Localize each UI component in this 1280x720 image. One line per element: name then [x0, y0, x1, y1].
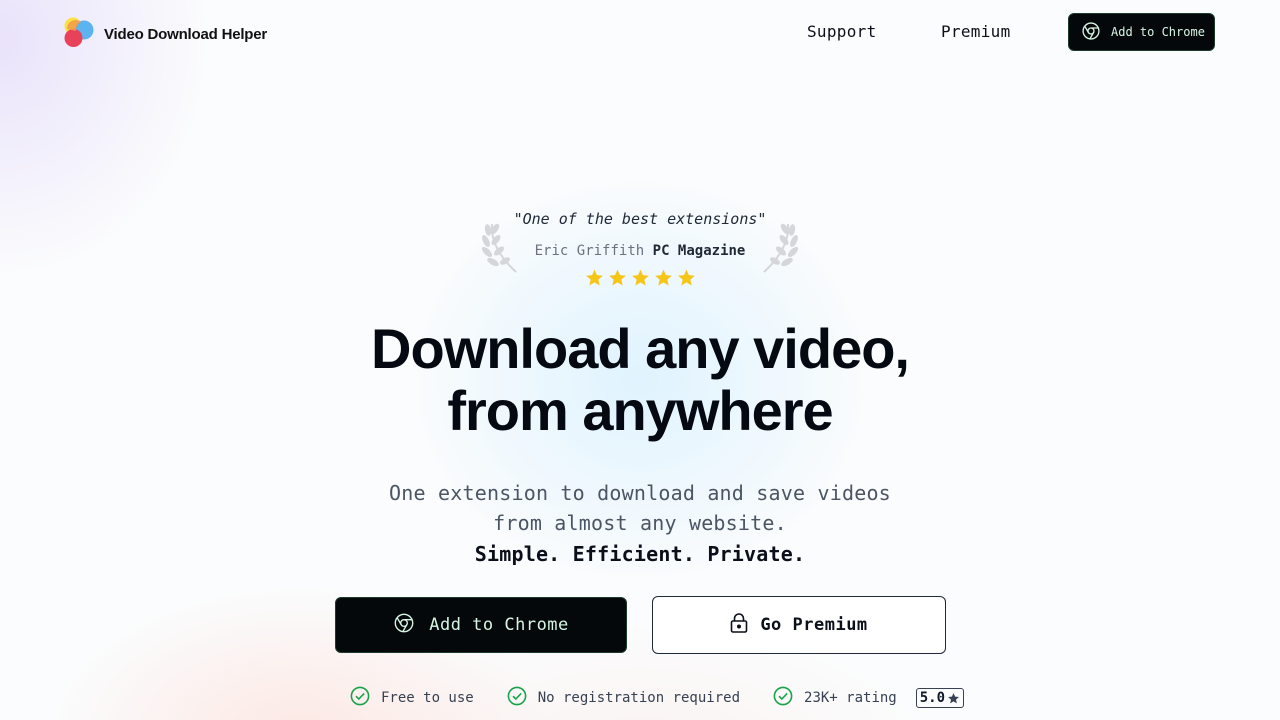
- go-premium-label: Go Premium: [760, 615, 868, 635]
- feature-label: Free to use: [381, 690, 474, 706]
- headline-line-2: from anywhere: [447, 379, 833, 442]
- go-premium-button[interactable]: Go Premium: [652, 596, 946, 654]
- add-to-chrome-button[interactable]: Add to Chrome: [335, 597, 627, 653]
- hero-subtext: One extension to download and save video…: [0, 478, 1280, 569]
- feature-item: Free to use: [350, 686, 474, 710]
- quote-publication: PC Magazine: [652, 243, 746, 259]
- press-quote: "One of the best extensions" Eric Griffi…: [480, 208, 800, 288]
- subtext-tagline: Simple. Efficient. Private.: [474, 542, 806, 566]
- chrome-icon: [393, 612, 415, 639]
- feature-item: No registration required: [507, 686, 740, 710]
- logo-link[interactable]: Video Download Helper: [63, 16, 267, 52]
- hero-headline: Download any video, from anywhere: [0, 318, 1280, 442]
- feature-label: 23K+ rating: [804, 690, 897, 706]
- star-icon: [585, 269, 603, 286]
- rating-badge: 5.0: [915, 688, 965, 708]
- lock-icon: [730, 612, 748, 638]
- logo-icon: [63, 16, 96, 52]
- star-icon: [948, 692, 959, 703]
- quote-text: "One of the best extensions": [513, 210, 767, 228]
- rating-value: 5.0: [919, 690, 946, 706]
- star-rating: [480, 268, 800, 288]
- chrome-icon: [1081, 21, 1101, 44]
- star-icon: [677, 269, 695, 286]
- header-add-to-chrome-button[interactable]: Add to Chrome: [1068, 13, 1215, 51]
- subtext-line-1: One extension to download and save video…: [389, 481, 891, 505]
- quote-author: Eric Griffith: [534, 243, 645, 259]
- check-circle-icon: [507, 686, 527, 710]
- feature-label: No registration required: [537, 690, 741, 706]
- subtext-line-2: from almost any website.: [493, 511, 787, 535]
- headline-line-1: Download any video,: [371, 317, 910, 380]
- star-icon: [631, 269, 649, 286]
- star-icon: [654, 269, 672, 286]
- nav-premium[interactable]: Premium: [941, 22, 1011, 41]
- header-cta-label: Add to Chrome: [1111, 25, 1205, 39]
- feature-list: Free to use No registration required 23K…: [350, 686, 965, 710]
- check-circle-icon: [773, 686, 793, 710]
- check-circle-icon: [350, 686, 370, 710]
- quote-byline: Eric Griffith PC Magazine: [480, 243, 800, 259]
- add-to-chrome-label: Add to Chrome: [429, 615, 569, 635]
- nav-support[interactable]: Support: [807, 22, 877, 41]
- feature-item: 23K+ rating 5.0: [773, 686, 965, 710]
- star-icon: [608, 269, 626, 286]
- logo-text: Video Download Helper: [104, 25, 268, 43]
